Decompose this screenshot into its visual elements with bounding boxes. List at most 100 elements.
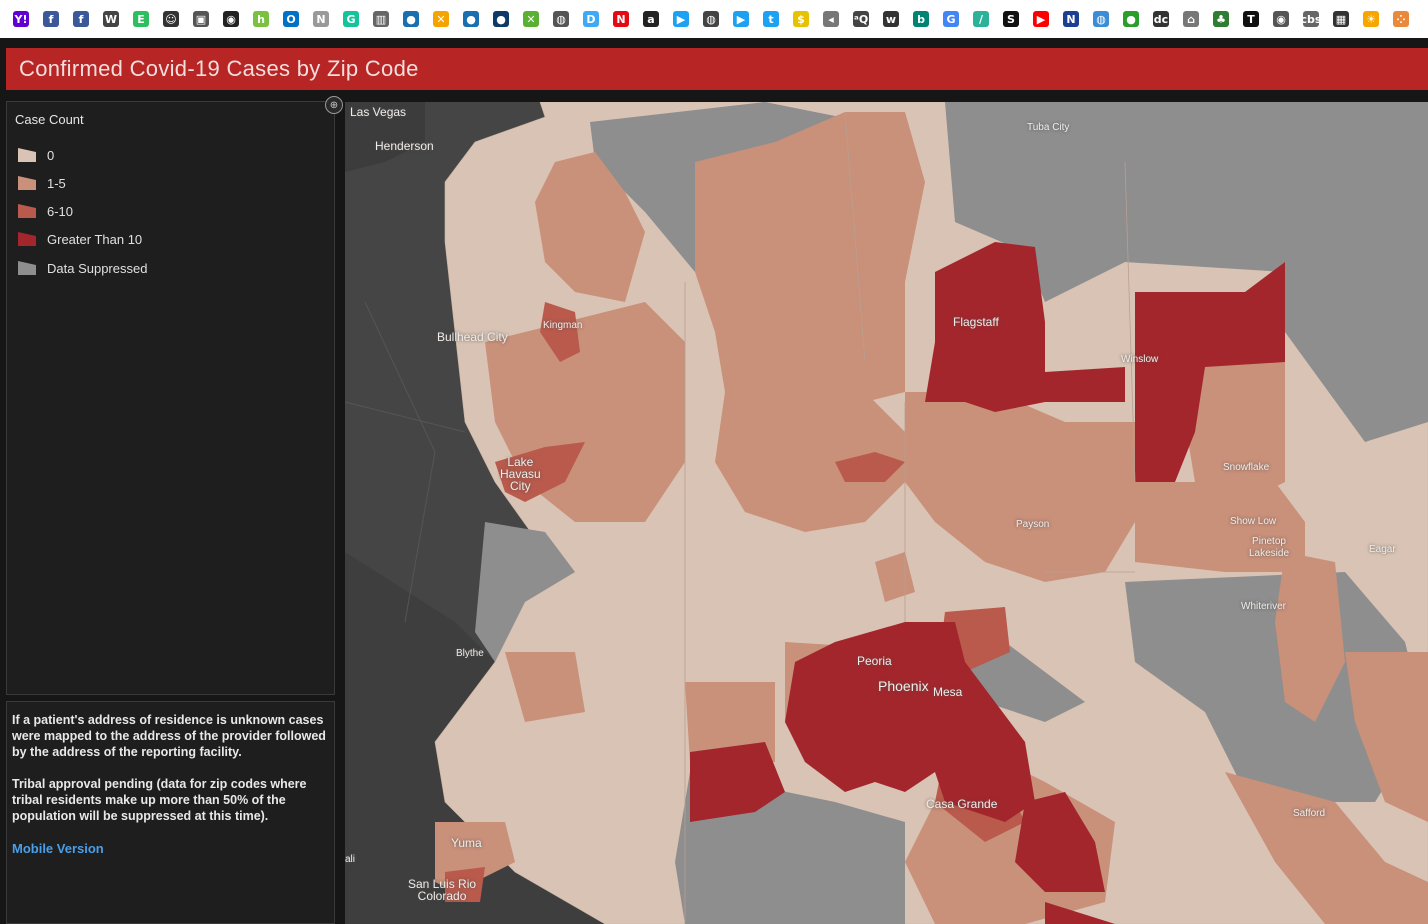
- slash-icon: /: [973, 11, 989, 27]
- city-label-part: City: [510, 479, 531, 493]
- bookmark-grammarly-icon[interactable]: G: [336, 4, 366, 34]
- bookmark-wikipedia-icon[interactable]: W: [96, 4, 126, 34]
- notes-panel: If a patient's address of residence is u…: [6, 701, 335, 924]
- youtube-icon: ▶: [1033, 11, 1049, 27]
- camera-icon: ◉: [223, 11, 239, 27]
- bookmark-facebook-icon[interactable]: f: [66, 4, 96, 34]
- bookmark-text-icon[interactable]: ᵃQ: [846, 4, 876, 34]
- city-label-payson: Payson: [1016, 519, 1050, 530]
- bookmark-yahoo-icon[interactable]: Y!: [6, 4, 36, 34]
- bookmark-houzz-icon[interactable]: h: [246, 4, 276, 34]
- facebook-icon: f: [73, 11, 89, 27]
- bookmark-d-icon[interactable]: D: [576, 4, 606, 34]
- bookmark-dots-icon[interactable]: ⁘: [1386, 4, 1416, 34]
- city-label-bullhead-city: Bullhead City: [437, 330, 508, 344]
- bookmark-t-icon[interactable]: T: [1236, 4, 1266, 34]
- news-icon: ●: [463, 11, 479, 27]
- bookmark-joomla-icon[interactable]: ✕: [516, 4, 546, 34]
- legend-title: Case Count: [15, 112, 84, 127]
- city-label-lake-havasu: Lake Havasu City: [500, 456, 541, 492]
- outlook-icon: O: [283, 11, 299, 27]
- bookmark-circle-icon[interactable]: ●: [1116, 4, 1146, 34]
- bookmark-person-icon[interactable]: ☺: [156, 4, 186, 34]
- audio-icon: ◂: [823, 11, 839, 27]
- wiki-bracket-icon: w: [883, 11, 899, 27]
- city-label-yuma: Yuma: [451, 836, 482, 850]
- legend-swatch-0: [18, 148, 36, 162]
- bookmark-evernote-icon[interactable]: E: [126, 4, 156, 34]
- bookmark-tree-icon[interactable]: ♣: [1206, 4, 1236, 34]
- legend-swatch-gt-10: [18, 232, 36, 246]
- legend-swatch-suppressed: [18, 261, 36, 275]
- city-label-snowflake: Snowflake: [1223, 462, 1270, 473]
- bookmark-joomla-icon[interactable]: ✕: [426, 4, 456, 34]
- collapse-panel-icon[interactable]: ⊕: [325, 96, 343, 114]
- city-label-peoria: Peoria: [857, 654, 892, 668]
- person-icon: ☺: [163, 11, 179, 27]
- bookmark-coin-icon[interactable]: $: [786, 4, 816, 34]
- mobile-version-link[interactable]: Mobile Version: [12, 841, 104, 856]
- evernote-icon: E: [133, 11, 149, 27]
- bookmark-n-icon[interactable]: N: [1056, 4, 1086, 34]
- bookmark-google-icon[interactable]: G: [936, 4, 966, 34]
- sun-icon: ☀: [1363, 11, 1379, 27]
- bookmark-library-icon[interactable]: ▥: [366, 4, 396, 34]
- dc-icon: dc: [1153, 11, 1169, 27]
- joomla-icon: ✕: [523, 11, 539, 27]
- text-icon: ᵃQ: [853, 11, 869, 27]
- bookmark-s-icon[interactable]: S: [996, 4, 1026, 34]
- wikipedia-icon: W: [103, 11, 119, 27]
- bookmark-image-icon[interactable]: ▣: [186, 4, 216, 34]
- google-icon: G: [943, 11, 959, 27]
- bookmark-grid-icon[interactable]: ▦: [1326, 4, 1356, 34]
- city-label-kingman: Kingman: [543, 320, 583, 331]
- bookmark-twitter-icon[interactable]: t: [756, 4, 786, 34]
- dashboard: Confirmed Covid-19 Cases by Zip Code Cas…: [0, 38, 1428, 924]
- play-icon: ▶: [673, 11, 689, 27]
- note-unknown-address: If a patient's address of residence is u…: [12, 713, 326, 759]
- city-label-pinetop-lakeside: Pinetop Lakeside: [1249, 536, 1289, 560]
- bookmark-cbs-icon[interactable]: cbs: [1296, 4, 1326, 34]
- bookmark-camera-icon[interactable]: ◉: [216, 4, 246, 34]
- map-canvas[interactable]: [345, 102, 1428, 924]
- bookmark-globe-icon[interactable]: ◍: [546, 4, 576, 34]
- houzz-icon: h: [253, 11, 269, 27]
- bookmark-slash-icon[interactable]: /: [966, 4, 996, 34]
- bookmark-facebook-icon[interactable]: f: [36, 4, 66, 34]
- news-icon: ●: [493, 11, 509, 27]
- zip-1-5[interactable]: [695, 112, 925, 402]
- page-title: Confirmed Covid-19 Cases by Zip Code: [19, 56, 419, 81]
- bookmark-news-icon[interactable]: ●: [456, 4, 486, 34]
- bookmark-wiki-bracket-icon[interactable]: w: [876, 4, 906, 34]
- legend-label: 1-5: [47, 175, 66, 191]
- city-label-part: Colorado: [417, 889, 467, 903]
- bookmark-amazon-icon[interactable]: a: [636, 4, 666, 34]
- bookmark-news-icon[interactable]: N: [306, 4, 336, 34]
- bookmark-outlook-icon[interactable]: O: [276, 4, 306, 34]
- bookmark-eye-icon[interactable]: ◉: [1266, 4, 1296, 34]
- bookmark-globe-icon[interactable]: ◍: [1086, 4, 1116, 34]
- bookmark-sun-icon[interactable]: ☀: [1356, 4, 1386, 34]
- bookmark-play-icon[interactable]: ▶: [666, 4, 696, 34]
- city-label-tuba-city: Tuba City: [1027, 122, 1070, 133]
- bookmark-dc-icon[interactable]: dc: [1146, 4, 1176, 34]
- amazon-icon: a: [643, 11, 659, 27]
- bookmark-home-icon[interactable]: ⌂: [1176, 4, 1206, 34]
- legend-panel: Case Count 0 1-5 6-10 Greater Than 10 Da…: [6, 101, 335, 695]
- bookmark-news-icon[interactable]: ●: [486, 4, 516, 34]
- map-view[interactable]: Las Vegas Henderson Tuba City Kingman Bu…: [345, 102, 1428, 924]
- bookmark-globe-icon[interactable]: ◍: [696, 4, 726, 34]
- news-icon: N: [313, 11, 329, 27]
- city-label-san-luis: San Luis Rio Colorado: [408, 878, 476, 902]
- d-icon: D: [583, 11, 599, 27]
- bookmark-youtube-icon[interactable]: ▶: [1026, 4, 1056, 34]
- bookmark-bing-icon[interactable]: b: [906, 4, 936, 34]
- bookmark-audio-icon[interactable]: ◂: [816, 4, 846, 34]
- title-banner: Confirmed Covid-19 Cases by Zip Code: [6, 48, 1428, 90]
- bookmark-netflix-icon[interactable]: N: [606, 4, 636, 34]
- bookmark-play-icon[interactable]: ▶: [726, 4, 756, 34]
- city-label-mesa: Mesa: [933, 685, 963, 699]
- city-label-part: Pinetop: [1252, 536, 1286, 547]
- image-icon: ▣: [193, 11, 209, 27]
- bookmark-news-icon[interactable]: ●: [396, 4, 426, 34]
